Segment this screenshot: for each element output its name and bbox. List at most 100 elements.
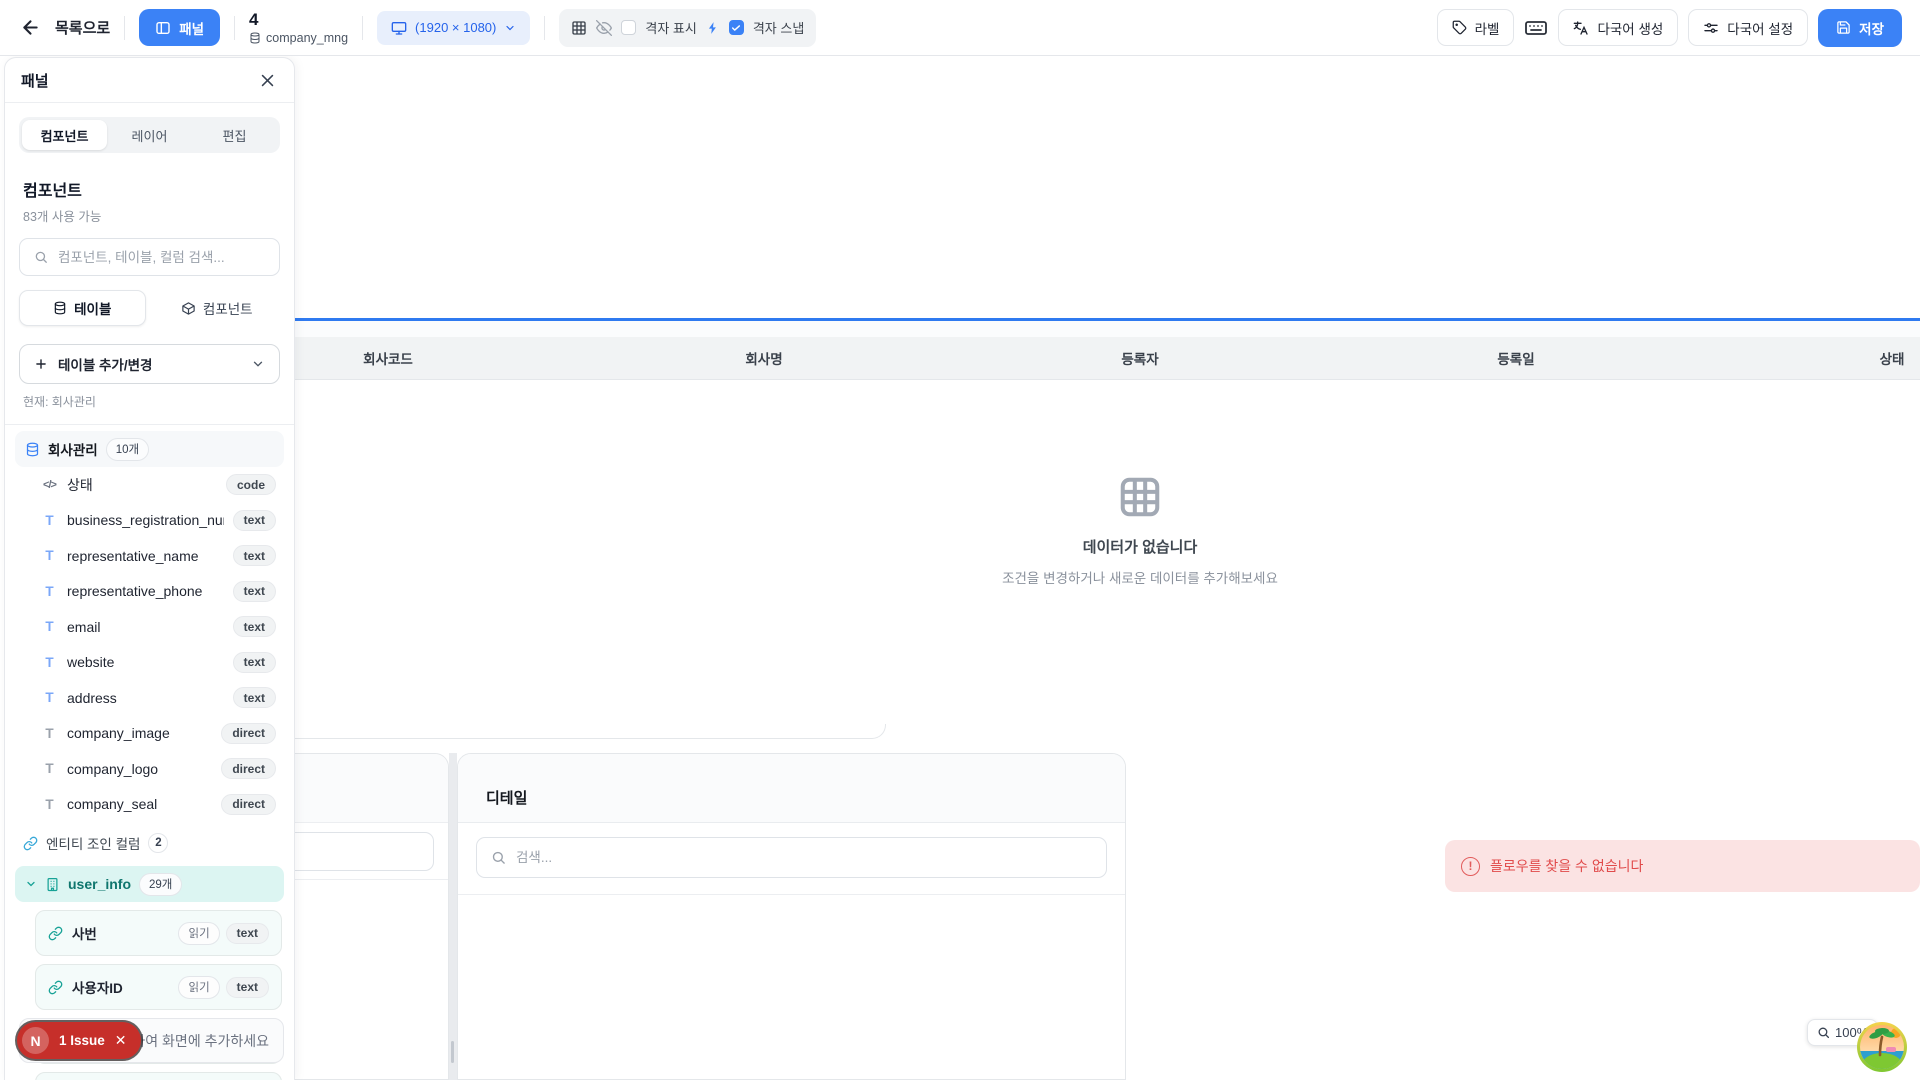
column-name: business_registration_numb — [67, 512, 224, 528]
panel-tab[interactable]: 편집 — [192, 120, 277, 150]
column-type-icon: </> — [41, 479, 58, 491]
detail-component[interactable]: 디테일 — [457, 753, 1126, 1080]
grid-snap-label: 격자 스냅 — [753, 18, 804, 37]
column-type-icon: T — [41, 726, 58, 741]
column-row[interactable]: T representative_name text — [15, 538, 284, 574]
entity-join-label: 엔티티 조인 컬럼 — [46, 833, 140, 853]
toolbar-left: 목록으로 패널 4 company_mng (1920 × 1080) — [0, 9, 816, 47]
joined-column-card[interactable]: 사용자ID 읽기 text — [35, 964, 282, 1010]
i18n-settings-button[interactable]: 다국어 설정 — [1688, 9, 1808, 46]
translate-icon — [1573, 20, 1589, 36]
column-type-badge: text — [233, 581, 276, 602]
keyboard-shortcuts-button[interactable] — [1524, 16, 1548, 40]
grid-icon — [571, 20, 587, 36]
plus-icon — [34, 357, 48, 371]
column-name: website — [67, 654, 224, 670]
table-card-bottom-edge — [220, 724, 886, 739]
panel-toggle-button[interactable]: 패널 — [139, 9, 220, 46]
grid-show-label: 격자 표시 — [645, 18, 696, 37]
label-button-text: 라벨 — [1475, 18, 1500, 38]
drag-hint-text: 하여 화면에 추가하세요 — [132, 1031, 269, 1051]
joined-table-row[interactable]: user_info 29개 — [15, 866, 284, 902]
table-header-cell[interactable]: 등록자 — [952, 337, 1328, 379]
column-type-badge: text — [233, 616, 276, 637]
detail-search-box[interactable] — [476, 837, 1107, 878]
column-row[interactable]: T address text — [15, 680, 284, 716]
island-overlay-button[interactable] — [1856, 1021, 1908, 1073]
column-row[interactable]: T company_logo direct — [15, 751, 284, 787]
check-icon — [731, 23, 741, 33]
i18n-generate-button[interactable]: 다국어 생성 — [1558, 9, 1678, 46]
i18n-generate-text: 다국어 생성 — [1597, 18, 1663, 38]
issue-close-icon[interactable]: ✕ — [115, 1032, 127, 1049]
flow-error-text: 플로우를 찾을 수 없습니다 — [1490, 856, 1643, 876]
source-tabs: 테이블 컴포넌트 — [19, 290, 280, 326]
column-row[interactable]: T business_registration_numb text — [15, 503, 284, 539]
viewport-label: (1920 × 1080) — [415, 20, 496, 35]
panel-tab[interactable]: 컴포넌트 — [22, 120, 107, 150]
toolbar-right: 라벨 다국어 생성 다국어 설정 저장 — [1437, 9, 1920, 47]
column-type-icon: T — [41, 797, 58, 812]
column-row[interactable]: T website text — [15, 645, 284, 681]
panel-search-box[interactable] — [19, 238, 280, 276]
table-body: 데이터가 없습니다 조건을 변경하거나 새로운 데이터를 추가해보세요 — [200, 380, 1920, 724]
table-header-cell[interactable]: 상태 — [1704, 337, 1920, 379]
table-group-name: 회사관리 — [48, 439, 98, 459]
column-type-icon: T — [41, 513, 58, 528]
save-button-text: 저장 — [1859, 18, 1884, 38]
splitter-handle[interactable] — [451, 1041, 454, 1063]
back-label[interactable]: 목록으로 — [55, 17, 110, 38]
column-type-badge: text — [233, 545, 276, 566]
column-type-badge: code — [226, 474, 276, 495]
panel-title: 패널 — [21, 70, 49, 91]
components-heading: 컴포넌트 — [23, 177, 276, 201]
table-header-row: 회사코드회사명등록자등록일상태 — [200, 337, 1920, 380]
joined-column-card[interactable]: 사번 읽기 text — [35, 910, 282, 956]
toolbar: 목록으로 패널 4 company_mng (1920 × 1080) — [0, 0, 1920, 56]
monitor-icon — [391, 20, 407, 36]
add-table-dropdown[interactable]: 테이블 추가/변경 — [19, 344, 280, 384]
panel-splitter[interactable] — [449, 753, 457, 1080]
label-button[interactable]: 라벨 — [1437, 9, 1515, 46]
column-row[interactable]: T company_image direct — [15, 716, 284, 752]
column-name: email — [67, 619, 224, 635]
back-button[interactable] — [20, 17, 41, 38]
save-button[interactable]: 저장 — [1818, 9, 1902, 47]
grid-show-checkbox[interactable] — [621, 20, 636, 35]
joined-column-name: 사용자ID — [72, 977, 123, 997]
current-table-label: 현재: 회사관리 — [23, 393, 276, 410]
eye-off-icon — [596, 20, 612, 36]
issue-badge[interactable]: N 1 Issue ✕ — [17, 1022, 141, 1059]
source-tab-component[interactable]: 컴포넌트 — [154, 290, 281, 326]
entity-join-section[interactable]: 엔티티 조인 컬럼 2 — [15, 826, 284, 860]
viewport-select[interactable]: (1920 × 1080) — [377, 11, 530, 45]
column-row[interactable]: T company_seal direct — [15, 787, 284, 823]
chevron-down-icon — [25, 878, 37, 890]
column-type-badge: direct — [221, 758, 276, 779]
panel-search-input[interactable] — [58, 250, 265, 265]
close-icon[interactable] — [259, 72, 276, 89]
panel-tab[interactable]: 레이어 — [107, 120, 192, 150]
sliders-icon — [1703, 20, 1719, 36]
table-component-selected[interactable]: 회사코드회사명등록자등록일상태 데이터가 없습니다 조건을 변경하거나 새로운 … — [200, 318, 1920, 724]
database-icon — [249, 32, 261, 44]
flow-error-banner: ! 플로우를 찾을 수 없습니다 — [1445, 840, 1920, 892]
column-row[interactable]: T email text — [15, 609, 284, 645]
divider — [5, 424, 294, 425]
panel-toggle-label: 패널 — [179, 18, 204, 38]
detail-search-input[interactable] — [516, 850, 1092, 865]
panel-header: 패널 — [5, 58, 294, 103]
table-top-strip — [200, 321, 1920, 337]
table-header-cell[interactable]: 등록일 — [1328, 337, 1704, 379]
table-group-row[interactable]: 회사관리 10개 — [15, 431, 284, 467]
source-tab-table[interactable]: 테이블 — [19, 290, 146, 326]
column-row[interactable]: T representative_phone text — [15, 574, 284, 610]
grid-snap-checkbox[interactable] — [729, 20, 744, 35]
column-row[interactable]: </> 상태 code — [15, 467, 284, 503]
table-header-cell[interactable]: 회사명 — [576, 337, 952, 379]
entity-join-count-badge: 2 — [148, 833, 168, 853]
joined-column-card-partial[interactable] — [35, 1072, 282, 1080]
alert-circle-icon: ! — [1461, 857, 1480, 876]
lightning-icon — [706, 21, 720, 35]
building-icon — [45, 877, 60, 892]
